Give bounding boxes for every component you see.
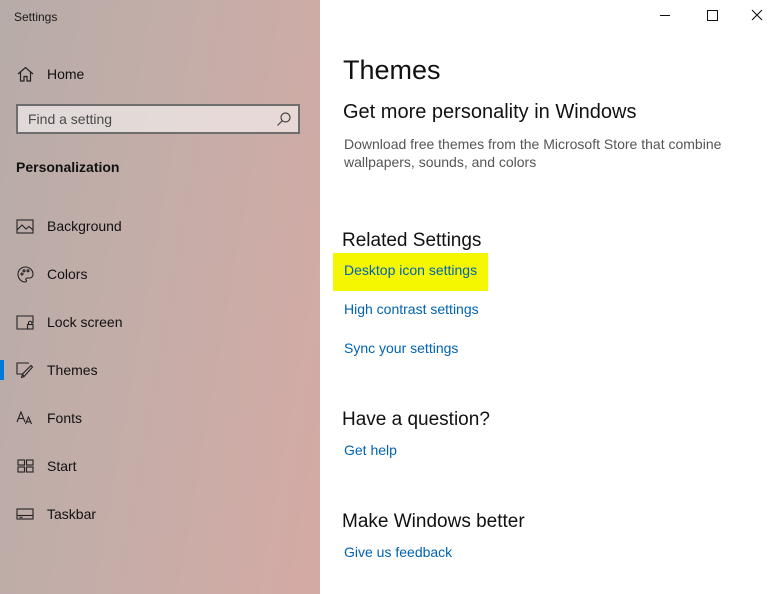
sidebar-item-fonts[interactable]: Fonts (0, 398, 320, 438)
related-settings-heading: Related Settings (342, 230, 482, 251)
sidebar-item-label: Background (47, 218, 122, 234)
picture-icon (16, 217, 34, 235)
search-input[interactable] (18, 106, 268, 132)
search-icon[interactable] (276, 111, 292, 127)
sidebar: Settings Home Personalization (0, 0, 320, 594)
fonts-icon (16, 409, 34, 427)
store-description: Download free themes from the Microsoft … (344, 136, 722, 170)
feedback-heading: Make Windows better (342, 511, 525, 532)
page-title: Themes (343, 55, 441, 85)
palette-icon (16, 265, 34, 283)
sidebar-item-colors[interactable]: Colors (0, 254, 320, 294)
give-feedback-link[interactable]: Give us feedback (344, 544, 452, 560)
settings-window: Settings Home Personalization (0, 0, 780, 594)
app-title: Settings (14, 10, 58, 24)
sidebar-item-label: Fonts (47, 410, 83, 426)
sidebar-item-home[interactable]: Home (0, 58, 320, 90)
search-box[interactable] (16, 104, 300, 134)
sidebar-item-background[interactable]: Background (0, 206, 320, 246)
start-grid-icon (16, 457, 34, 475)
get-help-link[interactable]: Get help (344, 442, 397, 458)
themes-brush-icon (16, 361, 34, 379)
high-contrast-settings-link[interactable]: High contrast settings (344, 301, 479, 317)
desktop-icon-settings-link[interactable]: Desktop icon settings (344, 262, 477, 278)
sidebar-item-start[interactable]: Start (0, 446, 320, 486)
sidebar-item-taskbar[interactable]: Taskbar (0, 494, 320, 534)
taskbar-icon (16, 505, 34, 523)
sidebar-item-label: Start (47, 458, 77, 474)
home-icon (16, 65, 34, 83)
sidebar-item-label: Home (47, 66, 85, 82)
sidebar-item-label: Taskbar (47, 506, 97, 522)
sidebar-item-themes[interactable]: Themes (0, 350, 320, 390)
sidebar-item-label: Colors (47, 266, 88, 282)
main-content: Themes Get more personality in Windows D… (320, 0, 780, 594)
sync-settings-link[interactable]: Sync your settings (344, 340, 458, 356)
question-heading: Have a question? (342, 409, 490, 430)
section-heading: Personalization (16, 159, 120, 175)
sidebar-item-label: Lock screen (47, 314, 123, 330)
lock-screen-icon (16, 313, 34, 331)
sidebar-item-lock-screen[interactable]: Lock screen (0, 302, 320, 342)
sidebar-item-label: Themes (47, 362, 98, 378)
store-heading: Get more personality in Windows (343, 101, 637, 123)
